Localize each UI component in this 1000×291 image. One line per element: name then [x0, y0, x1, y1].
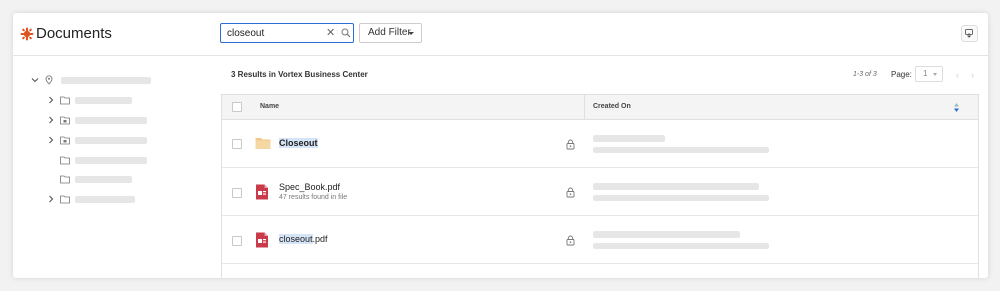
- row-checkbox[interactable]: [232, 188, 242, 198]
- row-checkbox[interactable]: [232, 139, 242, 149]
- column-header-name[interactable]: Name: [260, 103, 279, 110]
- results-table: Name Created On Closeout Spec_Book.pdf 4…: [221, 94, 979, 278]
- row-checkbox[interactable]: [232, 236, 242, 246]
- documents-panel: Documents ✕ Add Filter: [13, 13, 988, 278]
- column-divider[interactable]: [584, 95, 585, 120]
- tree-node-root[interactable]: [31, 74, 181, 86]
- folder-icon: [255, 138, 271, 149]
- next-page-button[interactable]: ›: [971, 70, 974, 80]
- created-on-placeholder: [593, 195, 769, 201]
- file-name-text: Spec_Book.pdf: [279, 182, 341, 192]
- logo-icon: [20, 27, 34, 41]
- folder-icon: [60, 175, 70, 184]
- search-box[interactable]: ✕: [220, 23, 354, 43]
- page-select[interactable]: 1: [915, 66, 943, 82]
- match-count: 47 results found in file: [279, 194, 348, 201]
- chevron-right-icon[interactable]: [47, 136, 55, 144]
- tree-node-folder[interactable]: [47, 193, 177, 205]
- location-pin-icon: [45, 75, 53, 85]
- created-on-placeholder: [593, 135, 665, 142]
- search-input[interactable]: [227, 26, 317, 40]
- chevron-right-icon[interactable]: [47, 116, 55, 124]
- tree-label-placeholder: [75, 97, 132, 104]
- add-filter-button[interactable]: Add Filter: [359, 23, 422, 43]
- chevron-down-icon: [933, 73, 937, 76]
- export-button[interactable]: [961, 25, 978, 42]
- file-name[interactable]: Closeout: [279, 138, 318, 148]
- created-on-placeholder: [593, 243, 769, 249]
- tree-label-placeholder: [75, 117, 147, 124]
- chevron-down-icon[interactable]: [31, 76, 39, 84]
- search-highlight: closeout: [279, 234, 313, 244]
- select-all-checkbox[interactable]: [232, 102, 242, 112]
- table-row[interactable]: Spec_Book.pdf 47 results found in file: [222, 169, 978, 216]
- chevron-right-icon[interactable]: [47, 195, 55, 203]
- tree-label-placeholder: [61, 77, 151, 84]
- folder-icon: [60, 96, 70, 105]
- tree-label-placeholder: [75, 137, 147, 144]
- lock-icon: [566, 235, 575, 246]
- chevron-down-icon: [408, 32, 414, 35]
- tree-label-placeholder: [75, 157, 147, 164]
- page-value: 1: [923, 69, 928, 78]
- locked-folder-icon: [60, 136, 70, 145]
- locked-folder-icon: [60, 116, 70, 125]
- tree-node-folder[interactable]: [47, 154, 177, 166]
- add-filter-label: Add Filter: [368, 27, 411, 38]
- page-title: Documents: [36, 25, 112, 42]
- folder-icon: [60, 156, 70, 165]
- results-range: 1-3 of 3: [853, 71, 877, 78]
- column-header-created-on[interactable]: Created On: [593, 103, 631, 110]
- pdf-icon: [256, 184, 268, 200]
- table-header: Name Created On: [222, 95, 978, 120]
- tree-node-folder-locked[interactable]: [47, 134, 177, 146]
- page-label: Page:: [891, 70, 912, 79]
- file-name[interactable]: Spec_Book.pdf: [279, 182, 340, 192]
- created-on-placeholder: [593, 231, 740, 238]
- header-bar: Documents ✕ Add Filter: [13, 13, 988, 56]
- results-summary: 3 Results in Vortex Business Center: [231, 70, 368, 79]
- tree-node-folder-locked[interactable]: [47, 114, 177, 126]
- close-icon[interactable]: ✕: [326, 26, 335, 39]
- lock-icon: [566, 187, 575, 198]
- folder-icon: [60, 195, 70, 204]
- search-icon[interactable]: [341, 28, 351, 38]
- file-extension: .pdf: [312, 234, 328, 244]
- created-on-placeholder: [593, 147, 769, 153]
- sort-icon[interactable]: [953, 102, 960, 113]
- tree-label-placeholder: [75, 176, 132, 183]
- search-highlight: Closeout: [279, 138, 318, 148]
- table-row[interactable]: closeout.pdf: [222, 217, 978, 264]
- lock-icon: [566, 139, 575, 150]
- tree-label-placeholder: [75, 196, 135, 203]
- file-name[interactable]: closeout.pdf: [279, 234, 328, 244]
- table-row[interactable]: Closeout: [222, 121, 978, 168]
- pdf-icon: [256, 232, 268, 248]
- tree-node-folder[interactable]: [47, 94, 177, 106]
- prev-page-button[interactable]: ‹: [956, 70, 959, 80]
- tree-node-folder[interactable]: [47, 173, 177, 185]
- chevron-right-icon[interactable]: [47, 96, 55, 104]
- export-icon: [965, 29, 974, 38]
- created-on-placeholder: [593, 183, 759, 190]
